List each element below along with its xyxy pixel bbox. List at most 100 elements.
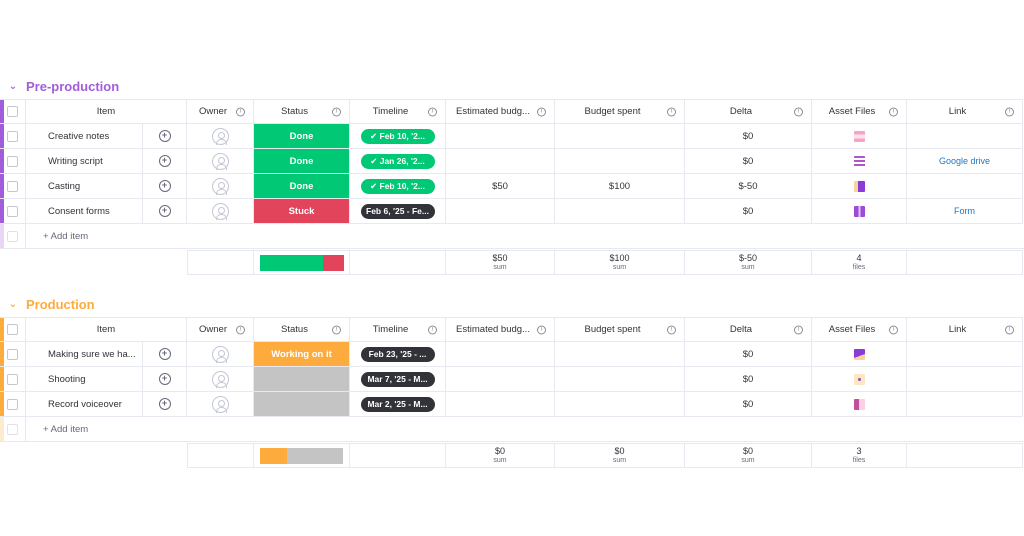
link-value[interactable]: Google drive (939, 156, 990, 166)
status-summary-cell[interactable] (254, 443, 350, 468)
add-item-button[interactable]: + Add item (43, 424, 88, 435)
budget-spent-cell[interactable] (555, 392, 685, 417)
add-update-icon[interactable]: + (158, 180, 171, 192)
info-icon[interactable]: i (889, 325, 898, 334)
info-icon[interactable]: i (794, 325, 803, 334)
column-header-owner[interactable]: Owner i (187, 317, 254, 342)
delta-cell[interactable]: $0 (685, 124, 812, 149)
table-row[interactable]: Record voiceover + Mar 2, '25 - M... $0 (0, 392, 1023, 417)
add-item-row[interactable]: + Add item (0, 224, 1024, 249)
person-icon[interactable] (211, 370, 229, 388)
link-cell[interactable] (907, 124, 1023, 149)
timeline-cell[interactable]: ✔ Jan 26, '2... (350, 149, 446, 174)
estimated-budget-cell[interactable] (446, 342, 555, 367)
add-item-cell[interactable]: + Add item (26, 417, 1024, 442)
asset-files-cell[interactable] (812, 367, 907, 392)
owner-cell[interactable] (187, 199, 254, 224)
link-value[interactable]: Form (954, 206, 975, 216)
row-checkbox-cell[interactable] (0, 199, 26, 224)
status-distribution-bar[interactable] (259, 254, 344, 271)
purple-chart-file-icon[interactable] (853, 348, 865, 360)
estimated-budget-cell[interactable] (446, 124, 555, 149)
person-icon[interactable] (211, 152, 229, 170)
add-update-button[interactable]: + (143, 342, 187, 367)
add-update-button[interactable]: + (143, 392, 187, 417)
table-row[interactable]: Creative notes + Done ✔ Feb 10, '2... $0 (0, 124, 1023, 149)
delta-cell[interactable]: $0 (685, 342, 812, 367)
group-title[interactable]: ⌄ Production (6, 294, 95, 314)
add-update-button[interactable]: + (143, 124, 187, 149)
add-update-button[interactable]: + (143, 367, 187, 392)
timeline-pill[interactable]: Feb 23, '25 - ... (360, 346, 435, 362)
table-row[interactable]: Shooting + Mar 7, '25 - M... $0 (0, 367, 1023, 392)
select-all-checkbox-cell[interactable] (0, 317, 26, 342)
row-checkbox-cell[interactable] (0, 342, 26, 367)
pink-doc-file-icon[interactable] (853, 130, 865, 142)
column-header-delta[interactable]: Delta i (685, 317, 812, 342)
status-cell[interactable]: Done (254, 174, 350, 199)
person-icon[interactable] (211, 345, 229, 363)
status-segment-stuck[interactable] (322, 254, 344, 271)
owner-cell[interactable] (187, 367, 254, 392)
row-checkbox[interactable] (7, 398, 18, 410)
timeline-cell[interactable]: ✔ Feb 10, '2... (350, 174, 446, 199)
column-header-link[interactable]: Link i (907, 317, 1023, 342)
timeline-cell[interactable]: Mar 7, '25 - M... (350, 367, 446, 392)
delta-cell[interactable]: $0 (685, 149, 812, 174)
column-header-estimated-budget[interactable]: Estimated budg... i (446, 317, 555, 342)
estimated-budget-cell[interactable] (446, 367, 555, 392)
timeline-cell[interactable]: Feb 6, '25 - Fe... (350, 199, 446, 224)
add-item-cell[interactable]: + Add item (26, 224, 1024, 249)
owner-cell[interactable] (187, 392, 254, 417)
budget-spent-cell[interactable] (555, 124, 685, 149)
info-icon[interactable]: i (537, 107, 546, 116)
delta-cell[interactable]: $0 (685, 367, 812, 392)
estimated-budget-cell[interactable] (446, 392, 555, 417)
table-row[interactable]: Consent forms + Stuck Feb 6, '25 - Fe... $0 F… (0, 199, 1023, 224)
column-header-budget-spent[interactable]: Budget spent i (555, 99, 685, 124)
info-icon[interactable]: i (889, 107, 898, 116)
add-update-button[interactable]: + (143, 149, 187, 174)
item-name-cell[interactable]: Making sure we ha... (26, 342, 143, 367)
timeline-pill[interactable]: Feb 6, '25 - Fe... (360, 203, 435, 219)
item-name-cell[interactable]: Shooting (26, 367, 143, 392)
asset-files-cell[interactable] (812, 174, 907, 199)
status-cell[interactable] (254, 367, 350, 392)
column-header-asset-files[interactable]: Asset Files i (812, 317, 907, 342)
timeline-cell[interactable]: Feb 23, '25 - ... (350, 342, 446, 367)
info-icon[interactable]: i (794, 107, 803, 116)
info-icon[interactable]: i (332, 107, 341, 116)
purple-image-file-icon[interactable] (853, 180, 865, 192)
info-icon[interactable]: i (236, 107, 245, 116)
info-icon[interactable]: i (537, 325, 546, 334)
status-cell[interactable]: Stuck (254, 199, 350, 224)
timeline-pill[interactable]: Mar 7, '25 - M... (360, 371, 435, 387)
info-icon[interactable]: i (1005, 325, 1014, 334)
row-checkbox-cell[interactable] (0, 367, 26, 392)
add-item-button[interactable]: + Add item (43, 231, 88, 242)
chevron-down-icon[interactable]: ⌄ (6, 81, 20, 92)
link-cell[interactable] (907, 342, 1023, 367)
select-all-checkbox[interactable] (7, 106, 18, 117)
add-update-button[interactable]: + (143, 199, 187, 224)
asset-files-cell[interactable] (812, 124, 907, 149)
link-cell[interactable]: Form (907, 199, 1023, 224)
row-checkbox[interactable] (7, 155, 18, 167)
row-checkbox-cell[interactable] (0, 174, 26, 199)
column-header-asset-files[interactable]: Asset Files i (812, 99, 907, 124)
status-segment-empty[interactable] (287, 447, 344, 464)
info-icon[interactable]: i (428, 325, 437, 334)
link-cell[interactable] (907, 367, 1023, 392)
asset-files-cell[interactable] (812, 392, 907, 417)
table-row[interactable]: Casting + Done ✔ Feb 10, '2... $50 $100 $-50 (0, 174, 1023, 199)
info-icon[interactable]: i (236, 325, 245, 334)
column-header-link[interactable]: Link i (907, 99, 1023, 124)
column-header-status[interactable]: Status i (254, 317, 350, 342)
column-header-delta[interactable]: Delta i (685, 99, 812, 124)
person-icon[interactable] (211, 127, 229, 145)
status-distribution-bar[interactable] (259, 447, 344, 464)
owner-cell[interactable] (187, 174, 254, 199)
group-title[interactable]: ⌄ Pre-production (6, 76, 119, 96)
person-icon[interactable] (211, 177, 229, 195)
budget-spent-cell[interactable] (555, 199, 685, 224)
